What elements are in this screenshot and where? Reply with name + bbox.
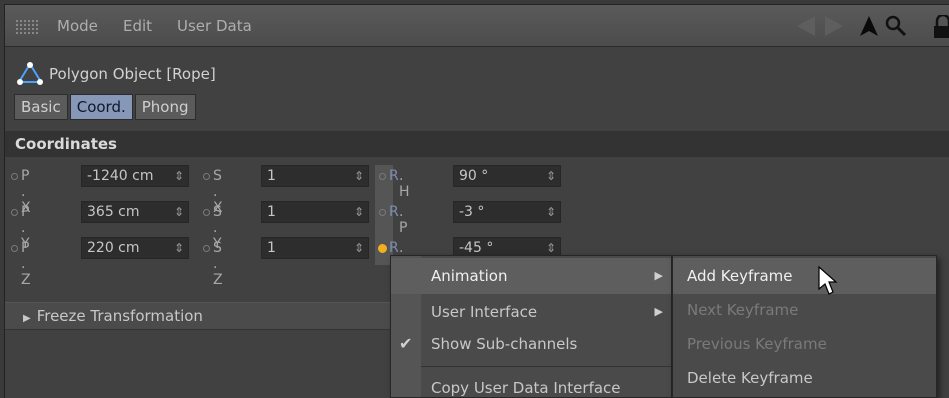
pos-x-input[interactable]: -1240 cm ⇕ (81, 165, 189, 187)
arrow-tool-icon[interactable] (859, 15, 879, 37)
rotation-prefix: R (389, 168, 399, 184)
rot-h-input[interactable]: 90 ° ⇕ (453, 165, 561, 187)
menu-item-label: Copy User Data Interface (431, 379, 621, 397)
keyframe-dot-active[interactable] (378, 244, 387, 253)
spinner-icon[interactable]: ⇕ (354, 238, 364, 258)
field-label: S . Z (213, 240, 223, 288)
spinner-icon[interactable]: ⇕ (354, 166, 364, 186)
spinner-icon[interactable]: ⇕ (174, 166, 184, 186)
menu-item-delete-keyframe[interactable]: Delete Keyframe (673, 360, 936, 396)
menubar: Mode Edit User Data (5, 5, 949, 47)
menu-item-add-keyframe[interactable]: Add Keyframe (673, 258, 936, 294)
menu-item-label: Next Keyframe (687, 301, 799, 319)
checkmark-icon: ✔ (399, 334, 413, 353)
keyframe-dot[interactable] (203, 209, 210, 216)
freeze-transformation-group[interactable]: ▶ Freeze Transformation (5, 302, 395, 330)
rot-p-value: -3 ° (459, 204, 485, 220)
mouse-cursor-icon (818, 266, 838, 295)
pos-z-input[interactable]: 220 cm ⇕ (81, 237, 189, 259)
menu-item-label: Show Sub-channels (431, 335, 578, 353)
keyframe-dot[interactable] (379, 209, 386, 216)
menu-item-animation[interactable]: Animation ▶ (391, 258, 671, 294)
menu-item-label: Delete Keyframe (687, 369, 813, 387)
pos-y-input[interactable]: 365 cm ⇕ (81, 201, 189, 223)
field-label: P . Z (21, 240, 31, 288)
spinner-icon[interactable]: ⇕ (174, 238, 184, 258)
menu-item-previous-keyframe: Previous Keyframe (673, 326, 936, 362)
polygon-object-icon (17, 62, 43, 85)
keyframe-dot[interactable] (379, 173, 386, 180)
history-arrows-icon[interactable] (795, 14, 845, 38)
field-label: . H (399, 168, 410, 200)
keyframe-dot[interactable] (11, 245, 18, 252)
object-header: Polygon Object [Rope] (5, 51, 949, 95)
rot-p-input[interactable]: -3 ° ⇕ (453, 201, 561, 223)
context-menu: Animation ▶ User Interface ▶ ✔ Show Sub-… (390, 255, 672, 398)
keyframe-dot[interactable] (11, 209, 18, 216)
pos-z-value: 220 cm (87, 240, 140, 256)
keyframe-dot[interactable] (203, 173, 210, 180)
rotation-prefix: R (389, 240, 399, 256)
menu-item-next-keyframe: Next Keyframe (673, 292, 936, 328)
menu-separator (421, 366, 671, 367)
menu-mode[interactable]: Mode (57, 17, 98, 35)
rot-h-value: 90 ° (459, 168, 489, 184)
field-label: . P (399, 204, 408, 236)
tab-bar: Basic Coord. Phong (14, 94, 198, 120)
submenu-arrow-icon: ▶ (654, 305, 663, 318)
submenu-arrow-icon: ▶ (654, 269, 663, 282)
spinner-icon[interactable]: ⇕ (354, 202, 364, 222)
coord-row-y: P . Y 365 cm ⇕ S . Y 1 ⇕ R . P -3 ° ⇕ (5, 198, 605, 252)
search-icon[interactable] (885, 15, 907, 37)
expand-triangle-icon[interactable]: ▶ (23, 313, 31, 324)
rot-b-value: -45 ° (459, 240, 494, 256)
freeze-transformation-label: Freeze Transformation (36, 307, 203, 325)
menu-item-copy-user-data-interface[interactable]: Copy User Data Interface (391, 370, 671, 398)
scale-x-input[interactable]: 1 ⇕ (261, 165, 369, 187)
scale-y-value: 1 (267, 204, 276, 220)
menu-edit[interactable]: Edit (123, 17, 152, 35)
tab-basic[interactable]: Basic (14, 94, 68, 120)
coord-row-x: P . X -1240 cm ⇕ S . X 1 ⇕ R . H 90 ° ⇕ (5, 162, 605, 216)
menu-item-label: User Interface (431, 303, 538, 321)
pos-x-value: -1240 cm (87, 168, 154, 184)
menu-item-show-sub-channels[interactable]: ✔ Show Sub-channels (391, 326, 671, 362)
section-coordinates[interactable]: Coordinates (5, 131, 949, 157)
menu-item-label: Add Keyframe (687, 267, 793, 285)
scale-x-value: 1 (267, 168, 276, 184)
drag-grip-icon[interactable] (15, 19, 39, 35)
spinner-icon[interactable]: ⇕ (546, 166, 556, 186)
keyframe-dot[interactable] (203, 245, 210, 252)
rotation-prefix: R (389, 204, 399, 220)
menu-item-user-interface[interactable]: User Interface ▶ (391, 294, 671, 330)
scale-y-input[interactable]: 1 ⇕ (261, 201, 369, 223)
object-title: Polygon Object [Rope] (49, 65, 216, 83)
pos-y-value: 365 cm (87, 204, 140, 220)
menu-user-data[interactable]: User Data (177, 17, 252, 35)
scale-z-value: 1 (267, 240, 276, 256)
tab-phong[interactable]: Phong (134, 94, 196, 120)
lock-icon[interactable] (933, 15, 949, 39)
tab-coord[interactable]: Coord. (69, 94, 133, 120)
menu-item-label: Animation (431, 267, 508, 285)
menu-item-label: Previous Keyframe (687, 335, 827, 353)
spinner-icon[interactable]: ⇕ (174, 202, 184, 222)
spinner-icon[interactable]: ⇕ (546, 202, 556, 222)
scale-z-input[interactable]: 1 ⇕ (261, 237, 369, 259)
keyframe-dot[interactable] (11, 173, 18, 180)
animation-submenu: Add Keyframe Next Keyframe Previous Keyf… (672, 255, 937, 398)
